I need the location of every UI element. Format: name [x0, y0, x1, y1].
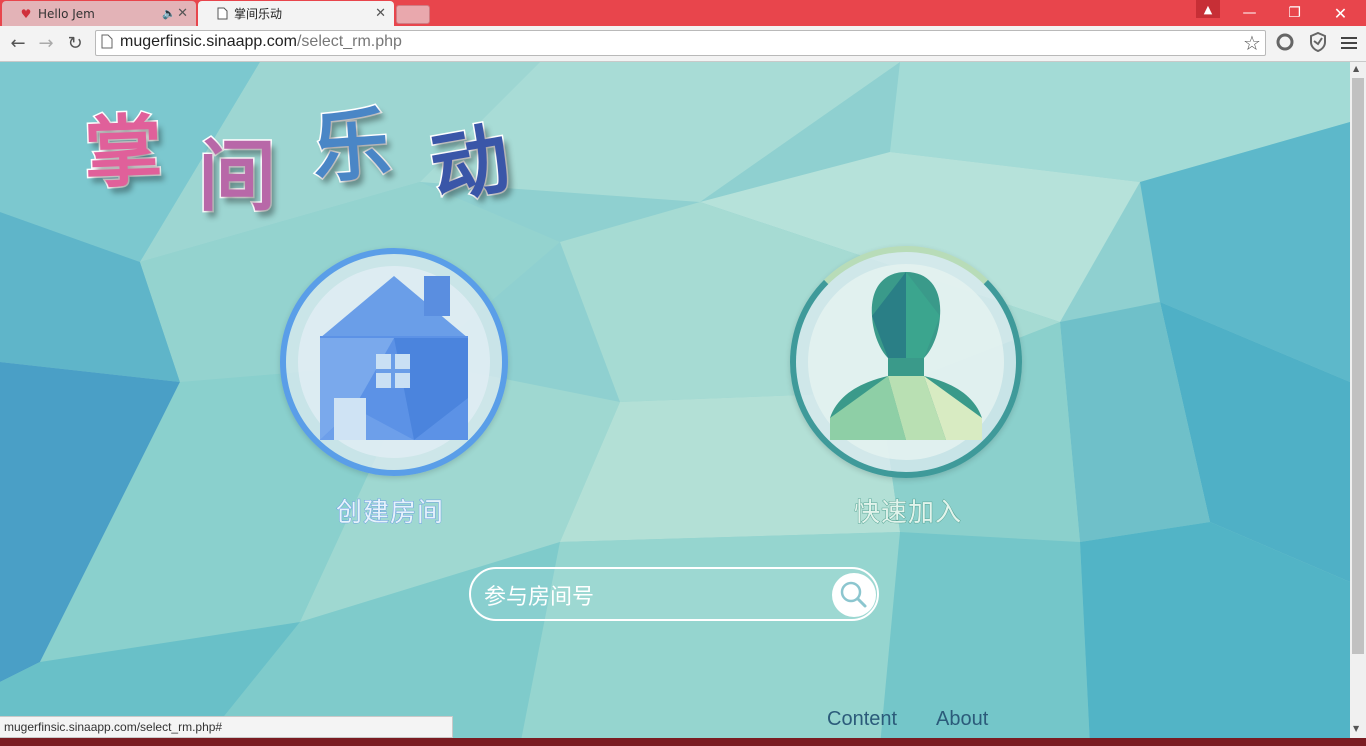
shield-icon[interactable]	[1309, 31, 1327, 56]
taskbar-strip	[0, 738, 1366, 746]
url-text: mugerfinsic.sinaapp.com/select_rm.php	[120, 33, 402, 51]
footer-link-about[interactable]: About	[936, 708, 988, 731]
close-tab-icon[interactable]: ✕	[375, 6, 386, 21]
search-icon	[840, 581, 867, 608]
back-icon[interactable]: ←	[6, 32, 30, 54]
tab-hello-jem[interactable]: ♥ Hello Jem 🔈 ✕	[2, 1, 196, 26]
scroll-up-icon[interactable]: ▲	[1353, 64, 1359, 73]
minimize-button[interactable]: —	[1227, 0, 1272, 26]
create-room-label[interactable]: 创建房间	[335, 492, 444, 529]
quick-join-label[interactable]: 快速加入	[853, 492, 962, 529]
speaker-icon[interactable]: 🔈	[162, 7, 176, 20]
tab-title: Hello Jem	[38, 6, 95, 21]
logo-char-3: 乐	[308, 98, 395, 196]
scrollbar-thumb[interactable]	[1352, 78, 1364, 654]
close-tab-icon[interactable]: ✕	[177, 6, 188, 21]
menu-icon[interactable]	[1341, 35, 1357, 54]
page-icon	[214, 7, 230, 20]
heart-icon: ♥	[20, 6, 32, 21]
restore-button[interactable]: ❐	[1272, 0, 1317, 26]
footer-link-content[interactable]: Content	[827, 708, 897, 731]
url-host: mugerfinsic.sinaapp.com	[120, 33, 297, 50]
tab-active[interactable]: 掌间乐动 ✕	[198, 1, 394, 26]
profile-icon[interactable]: ▲	[1196, 0, 1220, 18]
bookmark-star-icon[interactable]: ☆	[1243, 31, 1261, 55]
logo-char-2: 间	[196, 131, 277, 224]
close-window-button[interactable]: ✕	[1318, 0, 1363, 26]
room-number-input[interactable]	[482, 581, 826, 613]
extension-circle-icon[interactable]	[1276, 33, 1294, 55]
tab-title: 掌间乐动	[234, 7, 283, 21]
page-info-icon[interactable]	[101, 34, 113, 53]
page-content: 掌 间 乐 动 创建房间 快速加入	[0, 62, 1350, 746]
create-room-button[interactable]	[280, 248, 508, 476]
quick-join-button[interactable]	[790, 246, 1022, 478]
person-icon	[830, 272, 982, 440]
search-button[interactable]	[832, 573, 876, 617]
scroll-down-icon[interactable]: ▼	[1353, 724, 1359, 733]
new-tab-button[interactable]	[396, 5, 430, 24]
house-icon	[320, 276, 468, 440]
status-bar: mugerfinsic.sinaapp.com/select_rm.php#	[0, 716, 453, 738]
logo-char-1: 掌	[81, 105, 165, 201]
forward-icon[interactable]: →	[34, 32, 58, 54]
url-path: /select_rm.php	[296, 33, 402, 50]
reload-icon[interactable]: ↻	[63, 32, 87, 54]
